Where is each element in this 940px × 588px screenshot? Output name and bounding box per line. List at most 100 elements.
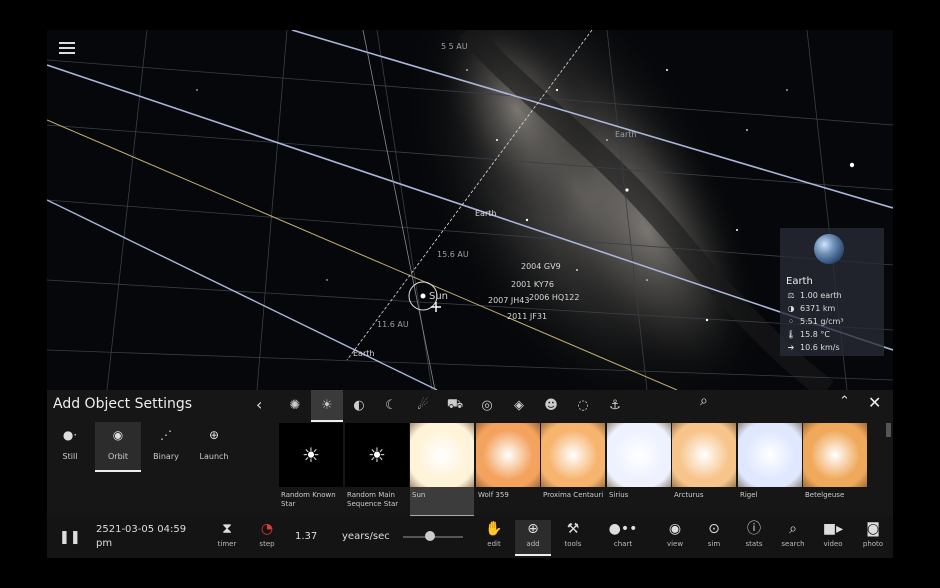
distance-label-11: 11.6 AU xyxy=(377,320,409,329)
object-label-2011-jf31[interactable]: 2011 JF31 xyxy=(507,312,547,321)
category-nebula-icon[interactable]: ✺ xyxy=(279,390,311,420)
distance-label-top: 5 5 AU xyxy=(441,42,468,51)
sim-label: sim xyxy=(707,540,721,548)
search-icon: ⌕ xyxy=(789,521,797,537)
star-option[interactable]: Rigel xyxy=(738,423,802,515)
mass-row: ⚖ 1.00 earth xyxy=(786,291,842,300)
edit-label: edit xyxy=(487,540,501,548)
chevron-up-icon[interactable]: ⌃ xyxy=(839,394,850,409)
video-button[interactable]: ■▸ video xyxy=(815,520,851,548)
object-info-card[interactable]: Earth ⚖ 1.00 earth ◑ 6371 km ⁘ 5.51 g/cm³ 🌡… xyxy=(780,228,884,356)
simulator-app: 5 5 AU Earth Earth 15.6 AU Sun 11.6 AU E… xyxy=(47,30,893,558)
star-swatch xyxy=(803,423,867,487)
view-label: view xyxy=(666,540,684,548)
space-viewport[interactable] xyxy=(47,30,893,390)
add-button[interactable]: ⊕ add xyxy=(515,520,551,556)
view-button[interactable]: ◉ view xyxy=(657,520,693,548)
star-swatch xyxy=(672,423,736,487)
star-burst-icon: ☀ xyxy=(345,423,409,487)
tools-button[interactable]: ⚒ tools xyxy=(555,520,591,548)
star-option[interactable]: Proxima Centauri xyxy=(541,423,605,515)
camera-icon: ◙ xyxy=(866,521,880,537)
search-button[interactable]: ⌕ search xyxy=(775,520,811,548)
star-option[interactable]: Betelgeuse xyxy=(803,423,867,515)
chevron-left-icon[interactable]: ‹ xyxy=(256,395,272,414)
chart-label: chart xyxy=(613,540,633,548)
category-comet-icon[interactable]: ☄ xyxy=(407,390,439,420)
star-option[interactable]: Sun xyxy=(410,423,474,517)
star-option[interactable]: Sirius xyxy=(607,423,671,515)
photo-button[interactable]: ◙ photo xyxy=(855,520,891,548)
star-option[interactable]: ☀ Random Known Star xyxy=(279,423,343,515)
sun-label[interactable]: Sun xyxy=(429,291,448,302)
video-label: video xyxy=(823,540,843,548)
mode-label: Still xyxy=(62,452,78,461)
thermometer-icon: 🌡 xyxy=(786,330,797,339)
orbit-icon: ◉ xyxy=(112,428,124,442)
category-galaxy-icon[interactable]: ◎ xyxy=(471,390,503,420)
time-rate-slider-handle[interactable] xyxy=(425,531,435,541)
temperature-row: 🌡 15.8 °C xyxy=(786,330,830,339)
info-icon: ⓘ xyxy=(747,521,761,537)
add-object-panel: Add Object Settings ‹ ●· Still ◉ Orbit ⋰… xyxy=(47,390,893,517)
temperature-value: 15.8 °C xyxy=(800,330,830,339)
star-option-label: Wolf 359 xyxy=(478,491,509,499)
dot-arrow-icon: ●· xyxy=(62,428,78,442)
sim-button[interactable]: ⊙ sim xyxy=(696,520,732,548)
mode-launch[interactable]: ⊕ Launch xyxy=(191,422,237,470)
category-anchor-icon[interactable]: ⚓ xyxy=(599,390,631,420)
tools-icon: ⚒ xyxy=(566,521,580,537)
edit-button[interactable]: ✋ edit xyxy=(476,520,512,548)
category-planet-icon[interactable]: ◐ xyxy=(343,390,375,420)
timer-button[interactable]: ⧗ timer xyxy=(209,520,245,548)
earth-label-lower[interactable]: Earth xyxy=(353,349,374,358)
density-row: ⁘ 5.51 g/cm³ xyxy=(786,317,844,326)
mode-label: Binary xyxy=(153,452,179,461)
object-label-2001-ky76[interactable]: 2001 KY76 xyxy=(511,280,554,289)
mode-label: Launch xyxy=(199,452,229,461)
star-swatch xyxy=(410,423,474,487)
category-star-icon[interactable]: ☀ xyxy=(311,390,343,422)
close-icon[interactable]: ✕ xyxy=(868,393,881,412)
mass-icon: ⚖ xyxy=(787,291,795,300)
binary-icon: ⋰ xyxy=(160,428,172,442)
star-option[interactable]: Arcturus xyxy=(672,423,736,515)
star-option[interactable]: Wolf 359 xyxy=(476,423,540,515)
mass-value: 1.00 earth xyxy=(800,291,842,300)
star-option-label: Random Main Sequence Star xyxy=(347,491,399,508)
hamburger-menu-icon[interactable] xyxy=(59,42,75,56)
category-spacecraft-icon[interactable]: ⛟ xyxy=(439,390,471,420)
star-option[interactable]: ☀ Random Main Sequence Star xyxy=(345,423,409,515)
step-button[interactable]: ◔ step xyxy=(249,520,285,548)
distance-label-15: 15.6 AU xyxy=(437,250,469,259)
hourglass-icon: ⧗ xyxy=(222,521,232,537)
search-label: search xyxy=(781,540,805,548)
radius-icon: ◑ xyxy=(787,304,795,313)
search-icon[interactable]: ⌕ xyxy=(700,393,708,409)
earth-label-mid[interactable]: Earth xyxy=(475,209,496,218)
mode-orbit[interactable]: ◉ Orbit xyxy=(95,422,141,472)
chart-button[interactable]: ●•• chart xyxy=(605,520,641,548)
step-icon: ◔ xyxy=(260,521,274,537)
object-label-2006-hq122[interactable]: 2006 HQ122 xyxy=(529,293,579,302)
pause-icon[interactable]: ❚❚ xyxy=(59,530,81,545)
star-swatch xyxy=(738,423,802,487)
object-label-2004-gv9[interactable]: 2004 GV9 xyxy=(521,262,561,271)
time-rate-unit[interactable]: years/sec xyxy=(342,531,390,542)
category-blackhole-icon[interactable]: ◌ xyxy=(567,390,599,420)
photo-label: photo xyxy=(862,540,884,548)
mode-binary[interactable]: ⋰ Binary xyxy=(143,422,189,470)
category-asteroid-icon[interactable]: ◈ xyxy=(503,390,535,420)
radius-row: ◑ 6371 km xyxy=(786,304,836,313)
object-label-2007-jh43[interactable]: 2007 JH43 xyxy=(488,296,529,305)
star-option-label: Rigel xyxy=(740,491,758,499)
velocity-row: ➔ 10.6 km/s xyxy=(786,343,840,352)
star-option-label: Sirius xyxy=(609,491,629,499)
category-moon-icon[interactable]: ☾ xyxy=(375,390,407,420)
gallery-scrollbar[interactable] xyxy=(886,423,891,437)
stats-button[interactable]: ⓘ stats xyxy=(736,520,772,548)
timer-label: timer xyxy=(217,540,237,548)
earth-label-upper[interactable]: Earth xyxy=(615,130,636,139)
mode-still[interactable]: ●· Still xyxy=(47,422,93,470)
category-people-icon[interactable]: ☻ xyxy=(535,390,567,420)
